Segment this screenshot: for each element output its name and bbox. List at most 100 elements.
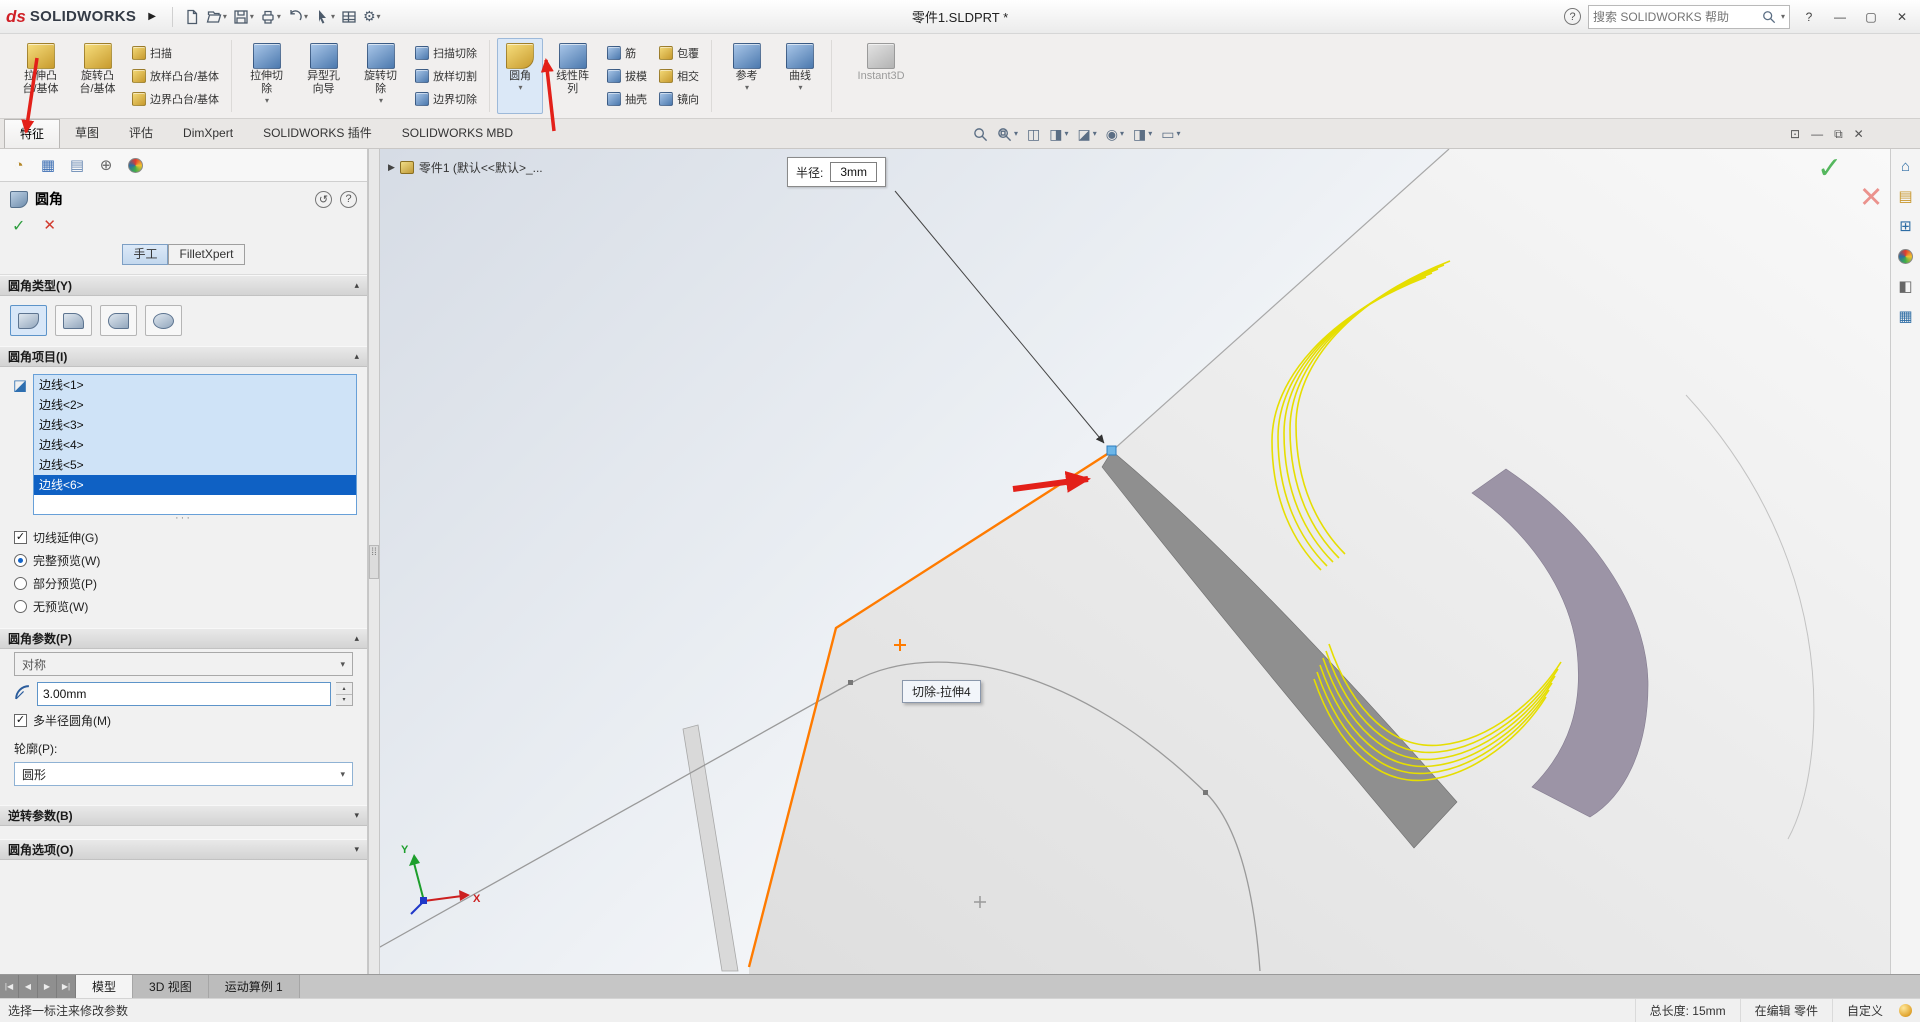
cancel-button[interactable]: ✕ [43, 216, 56, 236]
design-library-icon[interactable]: ▤ [1898, 189, 1912, 204]
lofted-cut-button[interactable]: 放样切割 [413, 66, 479, 86]
print-button[interactable]: ▾ [257, 4, 284, 30]
undo-button[interactable]: ▾ [284, 4, 311, 30]
profile-dropdown[interactable]: 圆形 ▾ [14, 762, 353, 786]
extruded-cut-button[interactable]: 拉伸切 除 ▾ [239, 38, 294, 114]
list-item[interactable]: 边线<1> [34, 375, 356, 395]
intersect-button[interactable]: 相交 [657, 66, 701, 86]
appearances-icon[interactable] [1898, 249, 1913, 264]
tab-model[interactable]: 模型 [76, 975, 134, 998]
confirmation-corner-cancel[interactable]: ✕ [1859, 180, 1883, 215]
doc-close-button[interactable]: ✕ [1854, 127, 1864, 141]
select-pointer-button[interactable]: ▾ [311, 4, 338, 30]
tab-mbd[interactable]: SOLIDWORKS MBD [387, 119, 528, 148]
face-fillet-button[interactable] [100, 305, 137, 336]
section-setback-parameters[interactable]: 逆转参数(B) ▾ [0, 805, 367, 826]
fillet-items-listbox[interactable]: 边线<1> 边线<2> 边线<3> 边线<4> 边线<5> 边线<6> [33, 374, 357, 515]
tangent-propagation-row[interactable]: ✓ 切线延伸(G) [0, 526, 367, 549]
save-button[interactable]: ▾ [230, 4, 257, 30]
list-item[interactable]: 边线<5> [34, 455, 356, 475]
panel-splitter[interactable]: ⁞⁞ [368, 149, 380, 974]
manual-mode-button[interactable]: 手工 [122, 244, 169, 265]
zoom-area-button[interactable]: ▾ [997, 127, 1018, 142]
next-tab-button[interactable]: ▶ [38, 975, 57, 998]
tab-motion-study[interactable]: 运动算例 1 [209, 975, 300, 998]
options-gear-button[interactable]: ⚙ ▾ [360, 4, 384, 30]
section-fillet-type[interactable]: 圆角类型(Y) ▴ [0, 275, 367, 296]
variable-size-fillet-button[interactable] [55, 305, 92, 336]
status-editing-part[interactable]: 在编辑 零件 [1739, 999, 1832, 1022]
graphics-viewport[interactable]: Y X ▶ 零件1 (默认<<默认>_... 半径: 3mm 切除-拉伸4 ✓ … [380, 149, 1890, 974]
checkbox-checked[interactable]: ✓ [14, 531, 27, 544]
spinner-up-icon[interactable]: ▴ [336, 683, 352, 695]
symmetry-dropdown[interactable]: 对称 ▾ [14, 652, 353, 676]
spinner-down-icon[interactable]: ▾ [336, 695, 352, 706]
dimxpert-manager-tab[interactable]: ⊕ [93, 152, 119, 178]
swept-boss-button[interactable]: 扫描 [130, 43, 221, 63]
minimize-button[interactable]: — [1828, 10, 1852, 24]
view-orientation-button[interactable]: ◪ ▾ [1078, 127, 1097, 141]
search-input[interactable] [1593, 9, 1758, 24]
feature-manager-tab[interactable]: ◔ [6, 152, 32, 178]
help-icon[interactable]: ? [340, 190, 357, 208]
status-custom[interactable]: 自定义 [1831, 999, 1897, 1022]
dimension-value-box[interactable]: 3mm [830, 162, 878, 182]
list-item[interactable]: 边线<3> [34, 415, 356, 435]
wrap-button[interactable]: 包覆 [657, 43, 701, 63]
close-button[interactable]: ✕ [1890, 10, 1914, 24]
rib-button[interactable]: 筋 [605, 43, 649, 63]
full-preview-row[interactable]: 完整预览(W) [0, 549, 367, 572]
open-document-button[interactable]: ▾ [203, 4, 230, 30]
custom-properties-icon[interactable]: ▦ [1898, 309, 1912, 324]
lofted-boss-button[interactable]: 放样凸台/基体 [130, 66, 221, 86]
radio[interactable] [14, 577, 27, 590]
render-sphere-icon[interactable] [1899, 1004, 1912, 1017]
rebuild-button[interactable] [338, 4, 360, 30]
first-tab-button[interactable]: |◀ [0, 975, 19, 998]
hide-show-items-button[interactable]: ◨ ▾ [1133, 127, 1152, 141]
feedback-icon[interactable]: ↺ [315, 190, 332, 208]
radius-dimension-callout[interactable]: 半径: 3mm [787, 157, 887, 187]
breadcrumb[interactable]: ▶ 零件1 (默认<<默认>_... [388, 159, 543, 176]
no-preview-row[interactable]: 无预览(W) [0, 595, 367, 618]
tab-addins[interactable]: SOLIDWORKS 插件 [248, 119, 387, 148]
shell-button[interactable]: 抽壳 [605, 89, 649, 109]
search-icon[interactable] [1762, 10, 1776, 24]
boundary-boss-button[interactable]: 边界凸台/基体 [130, 89, 221, 109]
tab-evaluate[interactable]: 评估 [114, 119, 168, 148]
display-style-button[interactable]: ◉ ▾ [1106, 127, 1124, 141]
linear-pattern-button[interactable]: 线性阵 列 [545, 38, 600, 114]
confirmation-corner-ok[interactable]: ✓ [1817, 151, 1842, 186]
apply-scene-button[interactable]: ▭ ▾ [1161, 127, 1180, 141]
curves-button[interactable]: 曲线 ▾ [776, 38, 824, 114]
section-fillet-options[interactable]: 圆角选项(O) ▾ [0, 839, 367, 860]
mirror-button[interactable]: 镜向 [657, 89, 701, 109]
radius-input[interactable] [37, 682, 331, 706]
section-fillet-parameters[interactable]: 圆角参数(P) ▴ [0, 628, 367, 649]
radius-value-field[interactable] [38, 687, 330, 701]
menu-flyout-icon[interactable]: ▶ [148, 11, 156, 22]
section-items-to-fillet[interactable]: 圆角项目(I) ▴ [0, 346, 367, 367]
instant3d-button[interactable]: Instant3D [839, 38, 923, 114]
swept-cut-button[interactable]: 扫描切除 [413, 43, 479, 63]
doc-restore-button[interactable]: ⧉ [1834, 127, 1843, 142]
help-circle-icon[interactable]: ? [1564, 8, 1581, 25]
display-manager-tab[interactable] [122, 152, 148, 178]
hole-wizard-button[interactable]: 异型孔 向导 [296, 38, 351, 114]
list-item[interactable]: 边线<4> [34, 435, 356, 455]
full-round-fillet-button[interactable] [145, 305, 182, 336]
tab-features[interactable]: 特征 [4, 119, 61, 148]
list-item[interactable]: 边线<2> [34, 395, 356, 415]
zoom-fit-button[interactable] [973, 127, 988, 142]
configuration-manager-tab[interactable]: ▤ [64, 152, 90, 178]
last-tab-button[interactable]: ▶| [57, 975, 76, 998]
scenes-icon[interactable]: ◧ [1898, 279, 1912, 294]
section-view-button[interactable]: ◨ ▾ [1049, 127, 1068, 141]
tab-sketch[interactable]: 草图 [60, 119, 114, 148]
listbox-resize-grip[interactable]: ··· [0, 513, 367, 526]
draft-button[interactable]: 拔模 [605, 66, 649, 86]
partial-preview-row[interactable]: 部分预览(P) [0, 572, 367, 595]
revolved-boss-button[interactable]: 旋转凸 台/基体 [70, 38, 125, 114]
radio[interactable] [14, 600, 27, 613]
selected-vertex[interactable] [1106, 445, 1117, 456]
